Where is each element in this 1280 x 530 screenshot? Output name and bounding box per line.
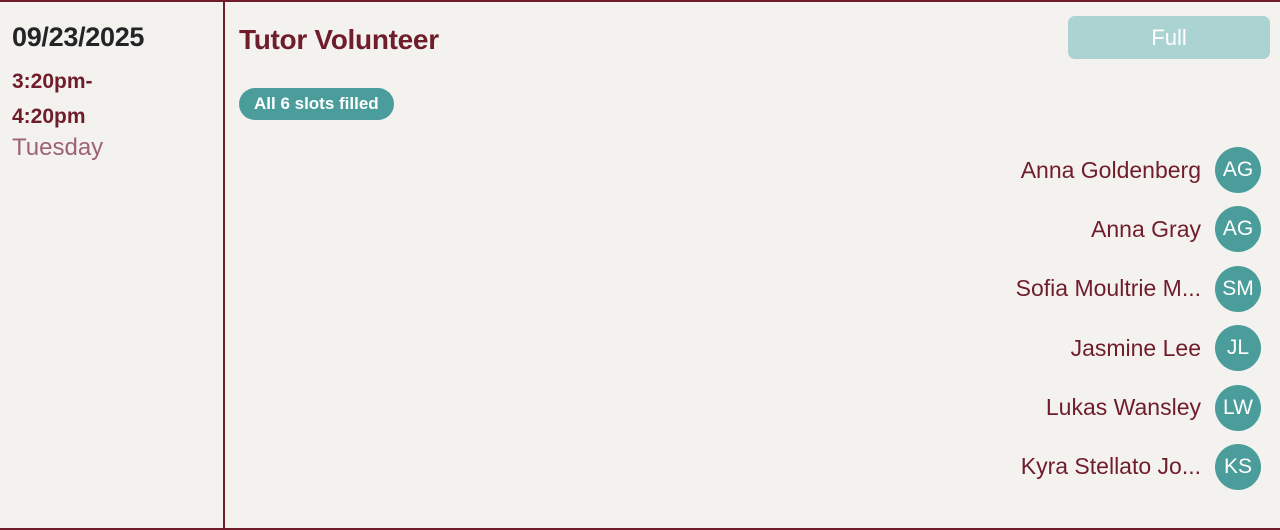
full-status-button[interactable]: Full (1068, 16, 1270, 59)
signup-slot-row: 09/23/2025 3:20pm- 4:20pm Tuesday Tutor … (0, 0, 1280, 530)
avatar: AG (1215, 147, 1261, 193)
volunteer-list: Anna Goldenberg AG Anna Gray AG Sofia Mo… (1016, 147, 1261, 503)
volunteer-item: Anna Gray AG (1016, 206, 1261, 253)
avatar: LW (1215, 384, 1261, 431)
slot-weekday: Tuesday (12, 134, 104, 161)
volunteer-name: Jasmine Lee (1070, 334, 1201, 361)
avatar: JL (1215, 325, 1261, 372)
slot-date: 09/23/2025 (12, 22, 145, 52)
volunteer-item: Anna Goldenberg AG (1016, 147, 1261, 193)
volunteer-name: Kyra Stellato Jo... (1020, 453, 1201, 480)
volunteer-item: Lukas Wansley LW (1016, 384, 1261, 431)
volunteer-name: Anna Gray (1091, 215, 1201, 242)
volunteer-name: Sofia Moultrie M... (1015, 275, 1201, 302)
avatar: AG (1215, 206, 1261, 253)
role-title: Tutor Volunteer (239, 24, 439, 55)
volunteer-item: Kyra Stellato Jo... KS (1016, 443, 1261, 490)
date-column: 09/23/2025 3:20pm- 4:20pm Tuesday (0, 2, 225, 528)
slot-time-start: 3:20pm- (12, 70, 93, 93)
volunteer-item: Sofia Moultrie M... SM (1015, 265, 1261, 312)
volunteer-item: Jasmine Lee JL (1016, 325, 1261, 372)
avatar: KS (1215, 443, 1261, 490)
slots-filled-badge: All 6 slots filled (239, 88, 394, 120)
slot-time-end: 4:20pm (12, 105, 86, 128)
volunteer-name: Lukas Wansley (1045, 394, 1201, 421)
slot-time: 3:20pm- 4:20pm (12, 64, 132, 134)
avatar: SM (1215, 265, 1261, 312)
volunteer-name: Anna Goldenberg (1020, 156, 1201, 183)
